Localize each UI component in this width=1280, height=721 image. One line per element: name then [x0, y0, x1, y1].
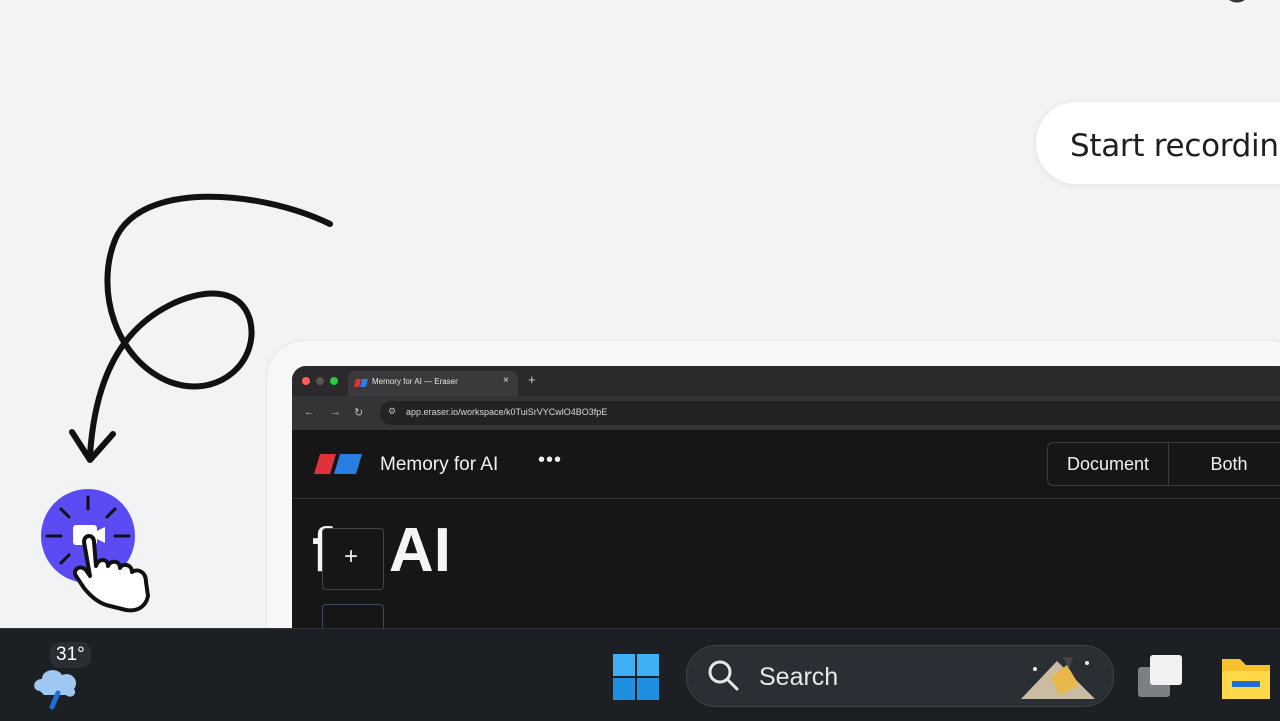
tab-bar: Memory for AI — Eraser × + [292, 366, 1280, 396]
view-document-button[interactable]: Document [1048, 443, 1169, 485]
view-both-button[interactable]: Both [1169, 443, 1280, 485]
close-dot-icon[interactable] [302, 377, 310, 385]
new-tab-icon[interactable]: + [528, 372, 536, 387]
address-bar: ← → ↻ ⚙ app.eraser.io/workspace/k0TuiSrV… [292, 396, 1280, 430]
search-highlight-icon [1021, 657, 1095, 699]
tab-close-icon[interactable]: × [503, 375, 509, 386]
windows-logo-icon [613, 654, 659, 700]
url-text: app.eraser.io/workspace/k0TuiSrVYCwlO4BO… [406, 407, 608, 417]
folder-icon [1222, 659, 1270, 699]
windows-start-button[interactable] [612, 653, 660, 701]
view-toggle: Document Both [1047, 442, 1280, 486]
forward-icon[interactable]: → [330, 406, 341, 418]
site-settings-icon[interactable]: ⚙ [388, 406, 396, 417]
more-options-icon[interactable]: ••• [538, 449, 562, 472]
reload-icon[interactable]: ↻ [354, 406, 363, 419]
taskbar: 31° Search [0, 628, 1280, 721]
eraser-logo-icon [314, 454, 362, 474]
search-icon [708, 660, 739, 691]
partial-icon [1229, 0, 1245, 3]
task-view-icon [1138, 655, 1182, 697]
tab-title: Memory for AI — Eraser [372, 377, 458, 386]
minimize-dot-icon[interactable] [316, 377, 324, 385]
taskbar-search[interactable]: Search [686, 645, 1114, 707]
plus-icon: + [344, 543, 359, 570]
weather-widget[interactable]: 31° [30, 641, 100, 710]
hand-pointer-icon [73, 534, 150, 613]
app-header: Memory for AI ••• Document Both [292, 430, 1280, 499]
search-placeholder: Search [759, 663, 839, 691]
maximize-dot-icon[interactable] [330, 377, 338, 385]
url-field[interactable]: ⚙ app.eraser.io/workspace/k0TuiSrVYCwlO4… [380, 401, 1280, 425]
task-view-button[interactable] [1136, 653, 1186, 703]
document-title[interactable]: Memory for AI [380, 454, 498, 476]
eraser-logo-icon [354, 379, 368, 387]
file-explorer-button[interactable] [1220, 653, 1272, 701]
browser-tab[interactable]: Memory for AI — Eraser × [348, 371, 518, 396]
start-recording-label: Start recording [1070, 128, 1280, 164]
back-icon[interactable]: ← [304, 406, 315, 418]
start-recording-button[interactable]: Start recording [1035, 101, 1280, 185]
browser-window: Memory for AI — Eraser × + ← → ↻ ⚙ app.e… [292, 366, 1280, 666]
add-block-button[interactable]: + [322, 528, 384, 590]
temperature: 31° [50, 642, 91, 668]
